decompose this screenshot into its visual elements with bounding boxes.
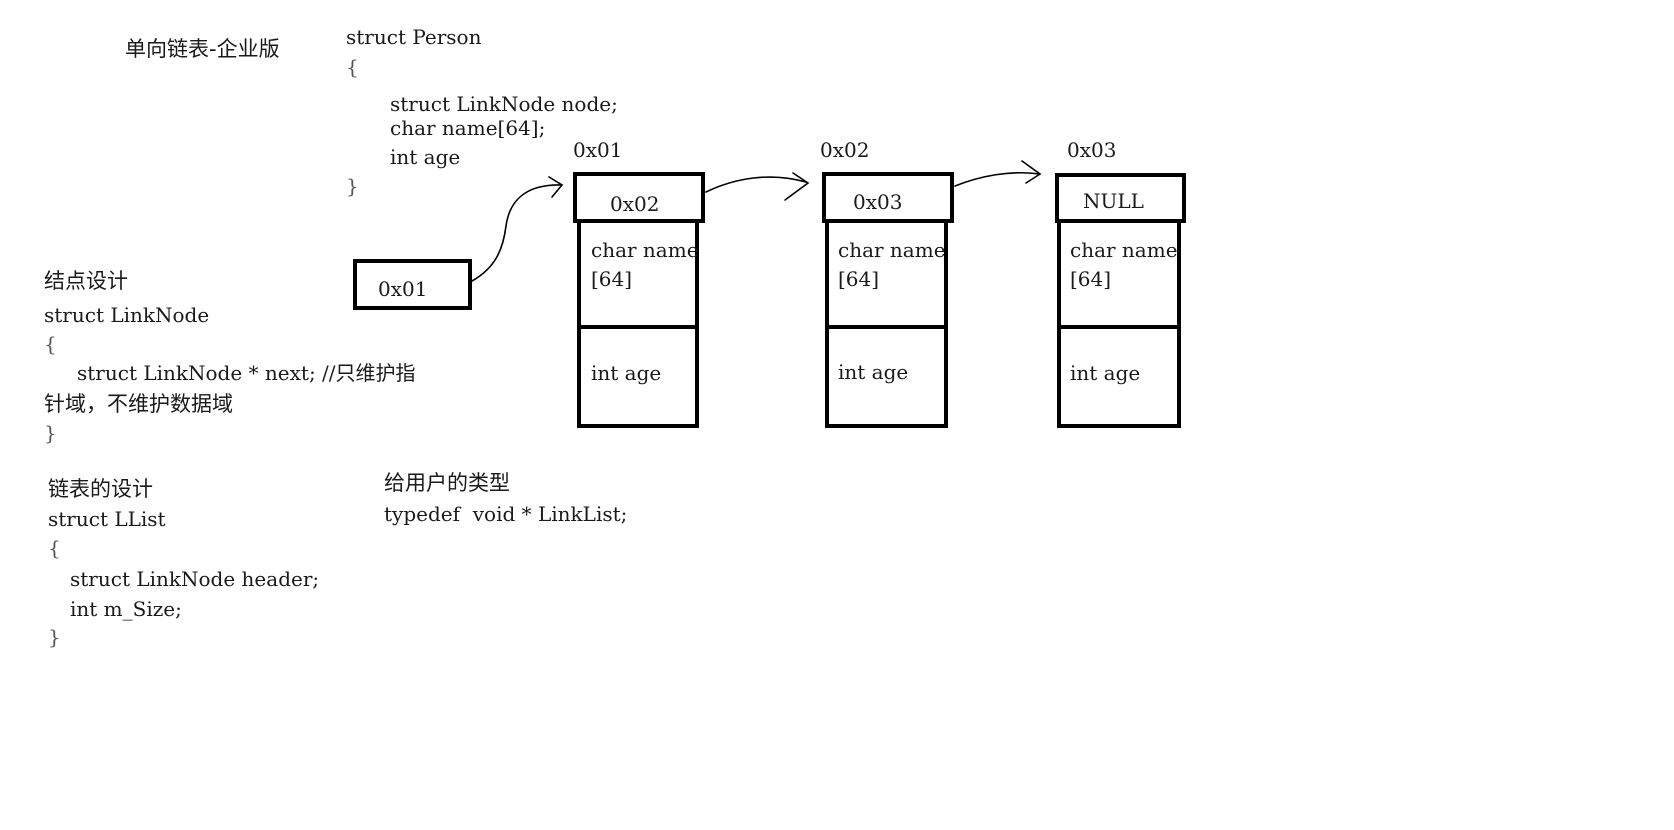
arrow-node2-to-node3 xyxy=(954,160,1042,187)
pointer-arrows xyxy=(471,160,1042,282)
arrow-head-to-node1 xyxy=(471,176,564,282)
arrow-node1-to-node2 xyxy=(705,172,810,201)
